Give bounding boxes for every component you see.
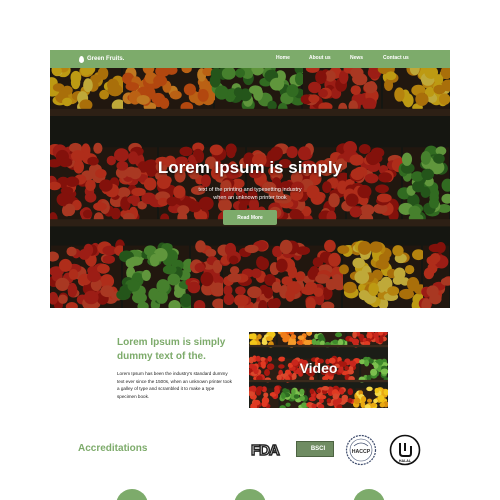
video-label: Video [299, 360, 338, 376]
nav-link-home[interactable]: Home [276, 55, 290, 61]
hero-subtitle-line-1: text of the printing and typesetting ind… [198, 187, 302, 193]
leaf-drop-icon [79, 55, 84, 63]
accreditations-heading: Accreditations [78, 443, 148, 454]
hero-title: Lorem Ipsum is simply [157, 158, 343, 177]
bsci-logo: BSCI [296, 441, 334, 457]
nav-link-news[interactable]: News [350, 55, 363, 61]
intro-paragraph: Lorem Ipsum has been the industry's stan… [117, 371, 232, 399]
halal-logo: HALAL [389, 434, 421, 471]
read-more-button[interactable]: Read More [223, 210, 277, 225]
top-navbar: Green Fruits. Home About us News Contact… [50, 50, 450, 68]
feature-circle-2 [234, 489, 266, 500]
fda-logo-text: FDA [251, 442, 280, 457]
bsci-logo-text: BSCI [310, 446, 326, 452]
hero-banner: Lorem Ipsum is simply text of the printi… [50, 68, 450, 308]
halal-logo-text: HALAL [399, 459, 412, 463]
video-thumbnail[interactable]: Video [249, 332, 388, 408]
nav-link-about[interactable]: About us [309, 55, 331, 61]
brand-name: Green Fruits. [87, 56, 125, 62]
nav-link-contact[interactable]: Contact us [383, 55, 409, 61]
brand-logo[interactable]: Green Fruits. [79, 55, 125, 63]
haccp-logo-text: HACCP [352, 449, 371, 455]
hero-subtitle-line-2: when an unknown printer took [213, 195, 287, 201]
intro-heading: Lorem Ipsum is simply dummy text of the. [117, 337, 226, 362]
feature-circle-1 [116, 489, 148, 500]
fda-logo: FDA [250, 441, 288, 462]
feature-circle-3 [353, 489, 385, 500]
haccp-logo: HACCP [345, 434, 377, 471]
